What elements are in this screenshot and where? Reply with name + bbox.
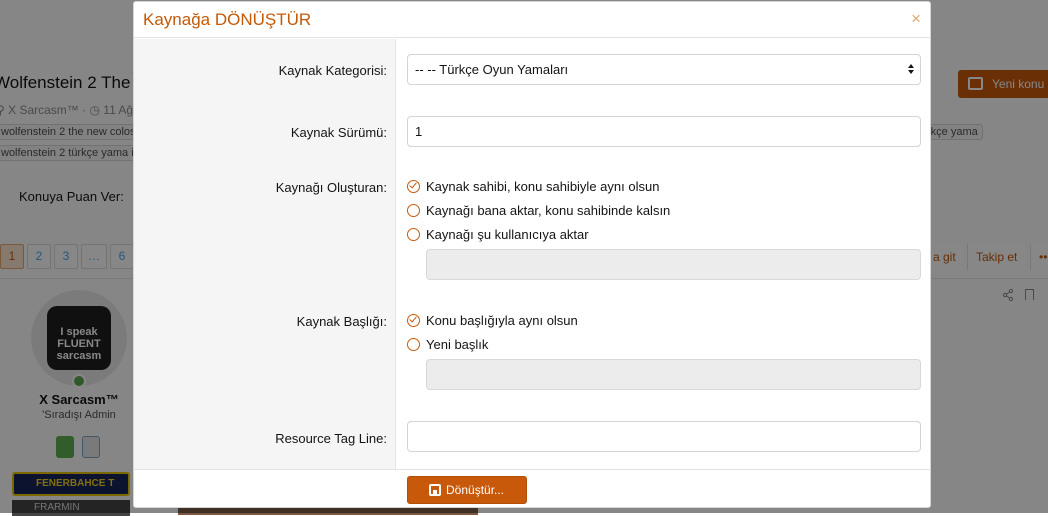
radio-label: Yeni başlık [426, 336, 489, 352]
radio-checked-icon [407, 179, 420, 193]
version-input[interactable]: 1 [407, 116, 921, 147]
form-label-column: Kaynak Kategorisi: Kaynak Sürümü: Kaynağ… [134, 39, 396, 469]
dialog-title: Kaynağa DÖNÜŞTÜR [143, 10, 312, 29]
radio-unchecked-icon [407, 203, 420, 217]
title-option-new-title[interactable]: Yeni başlık [407, 335, 488, 353]
close-icon[interactable]: × [911, 10, 921, 28]
convert-to-resource-dialog: Kaynağa DÖNÜŞTÜR × Kaynak Kategorisi: Ka… [133, 1, 931, 508]
radio-label: Kaynak sahibi, konu sahibiyle aynı olsun [426, 178, 660, 194]
radio-unchecked-icon [407, 337, 420, 351]
creator-option-transfer-to-me[interactable]: Kaynağı bana aktar, konu sahibinde kalsı… [407, 201, 670, 219]
radio-checked-icon [407, 313, 420, 327]
transfer-user-input[interactable] [426, 249, 921, 280]
save-icon [429, 484, 441, 496]
radio-unchecked-icon [407, 227, 420, 241]
radio-label: Kaynağı şu kullanıcıya aktar [426, 226, 589, 242]
creator-option-same-owner[interactable]: Kaynak sahibi, konu sahibiyle aynı olsun [407, 177, 659, 195]
tagline-label: Resource Tag Line: [275, 431, 387, 446]
dialog-footer: Dönüştür... [134, 469, 930, 507]
resource-title-label: Kaynak Başlığı: [296, 314, 387, 329]
tagline-input[interactable] [407, 421, 921, 452]
version-label: Kaynak Sürümü: [290, 125, 387, 140]
dialog-header: Kaynağa DÖNÜŞTÜR × [134, 2, 930, 38]
category-selected-value: -- -- Türkçe Oyun Yamaları [415, 62, 569, 77]
title-option-same-as-thread[interactable]: Konu başlığıyla aynı olsun [407, 311, 578, 329]
convert-submit-button[interactable]: Dönüştür... [407, 476, 527, 504]
creator-label: Kaynağı Oluşturan: [275, 180, 387, 195]
radio-label: Konu başlığıyla aynı olsun [426, 312, 578, 328]
category-label: Kaynak Kategorisi: [278, 63, 387, 78]
select-arrows-icon [908, 64, 915, 75]
submit-label: Dönüştür... [446, 483, 505, 497]
radio-label: Kaynağı bana aktar, konu sahibinde kalsı… [426, 202, 671, 218]
creator-option-transfer-to-user[interactable]: Kaynağı şu kullanıcıya aktar [407, 225, 589, 243]
category-select[interactable]: -- -- Türkçe Oyun Yamaları [407, 54, 921, 85]
new-title-input[interactable] [426, 359, 921, 390]
